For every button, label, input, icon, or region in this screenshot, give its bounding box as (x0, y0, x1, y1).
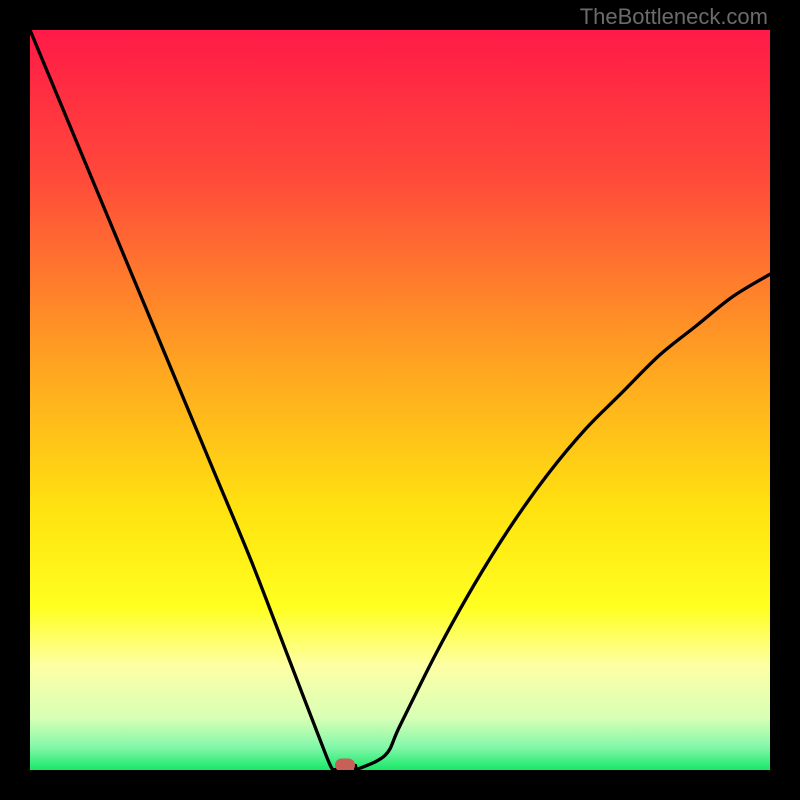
chart-frame: TheBottleneck.com (0, 0, 800, 800)
watermark-text: TheBottleneck.com (580, 4, 768, 30)
plot-area (30, 30, 770, 770)
bottleneck-curve (30, 30, 770, 770)
optimum-marker (335, 759, 355, 771)
